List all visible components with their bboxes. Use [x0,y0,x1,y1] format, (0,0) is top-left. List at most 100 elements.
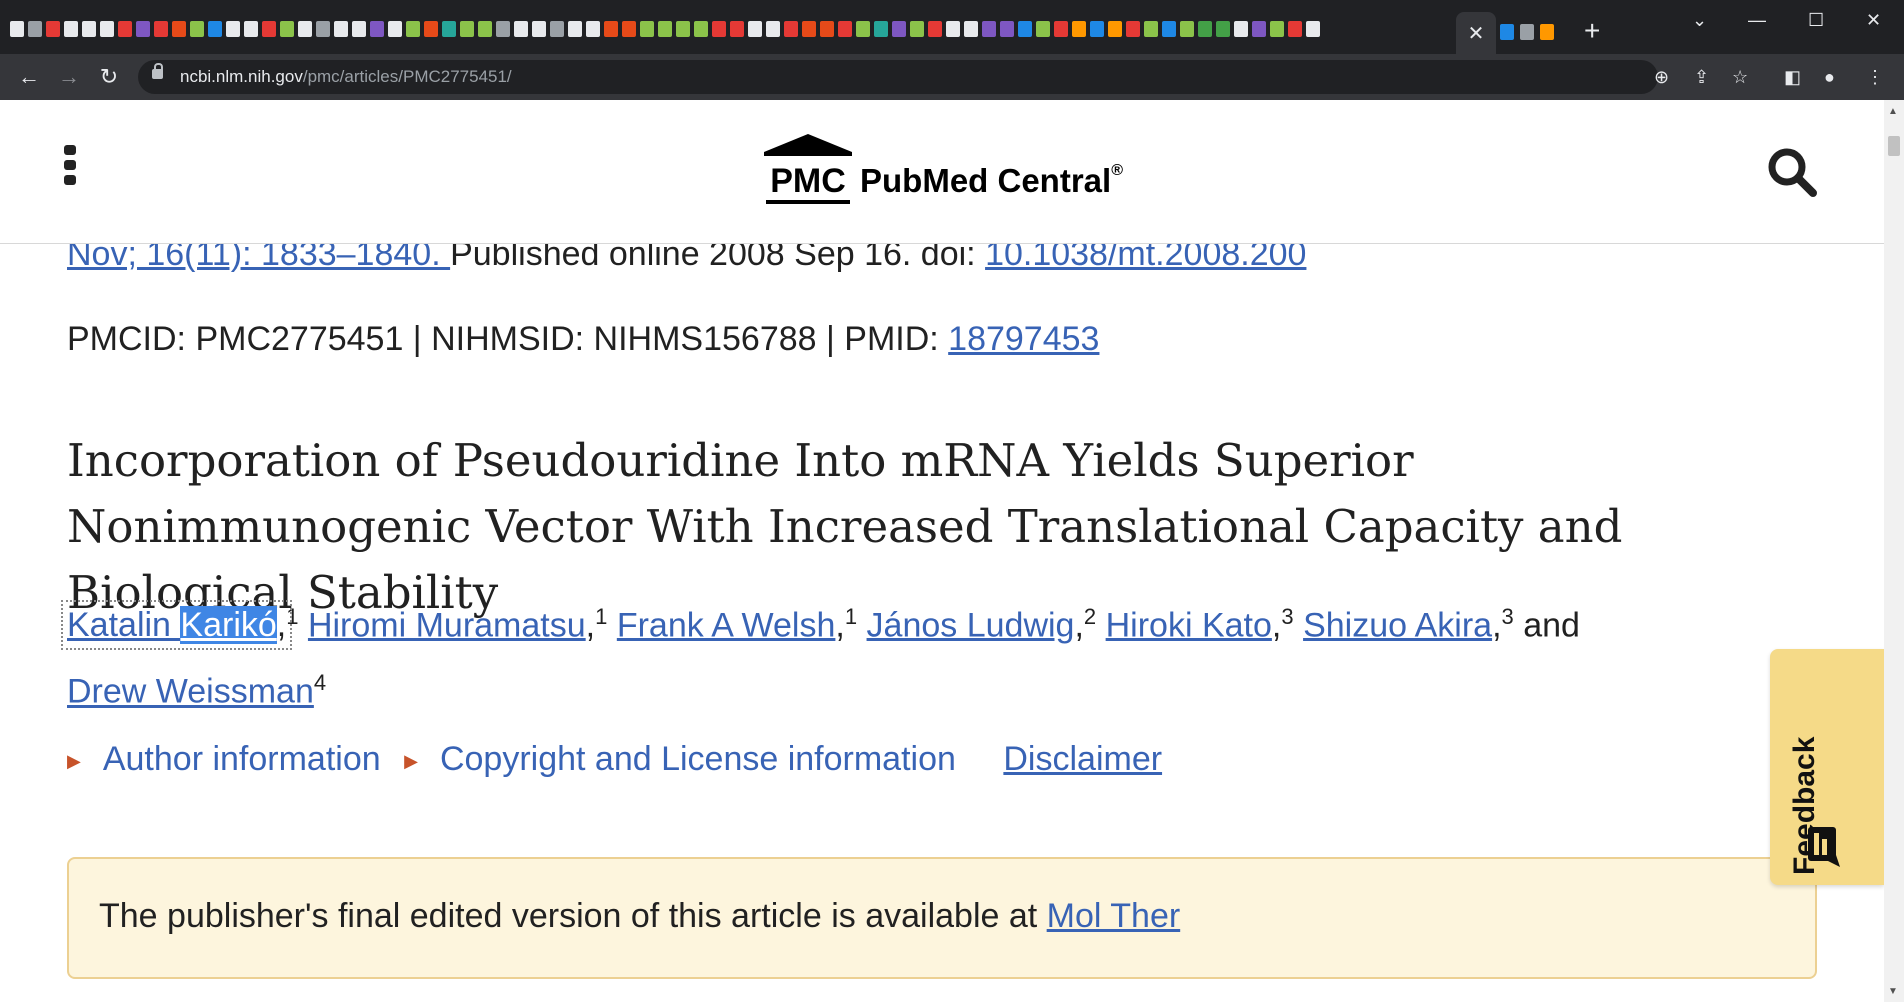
tab-favicon[interactable] [478,21,492,37]
tab-favicon[interactable] [1126,21,1140,37]
tab-favicon[interactable] [766,21,780,37]
tabs-after-active[interactable] [1500,24,1554,40]
author-link[interactable]: János Ludwig [867,606,1075,644]
tab-favicon[interactable] [748,21,762,37]
author-link[interactable]: Frank A Welsh [617,606,836,644]
tab-favicon[interactable] [1252,21,1266,37]
minimize-button[interactable]: — [1748,10,1766,31]
tab-favicon[interactable] [568,21,582,37]
forward-button[interactable]: → [54,62,84,92]
tab-favicons[interactable] [10,21,1450,45]
tab-favicon[interactable] [1288,21,1302,37]
tab-favicon[interactable] [694,21,708,37]
page-scrollbar[interactable]: ▲ ▼ [1884,100,1904,1002]
address-bar[interactable]: ncbi.nlm.nih.gov/pmc/articles/PMC2775451… [138,60,1748,94]
url-text[interactable]: ncbi.nlm.nih.gov/pmc/articles/PMC2775451… [180,67,512,87]
share-icon[interactable]: ⇪ [1694,64,1709,90]
tab-favicon[interactable] [28,21,42,37]
close-window-button[interactable]: ✕ [1866,10,1881,31]
tab-favicon[interactable] [118,21,132,37]
tab-favicon[interactable] [154,21,168,37]
scrollbar-thumb[interactable] [1888,136,1900,156]
scroll-down-arrow-icon[interactable]: ▼ [1888,986,1898,997]
tab-favicon[interactable] [298,21,312,37]
tab-favicon[interactable] [838,21,852,37]
feedback-tab[interactable]: Feedback [1770,649,1884,885]
tab-favicon[interactable] [64,21,78,37]
close-tab-icon[interactable]: ✕ [1468,21,1485,46]
tab-favicon[interactable] [604,21,618,37]
tab-favicon[interactable] [388,21,402,37]
search-tab-favicon[interactable] [1500,24,1514,40]
tab-favicon[interactable] [802,21,816,37]
author-link[interactable]: Hiroki Kato [1106,606,1272,644]
selected-text[interactable]: Karikó [180,606,277,645]
author-link[interactable]: Katalin Karikó, [60,600,293,651]
tab-favicon[interactable] [100,21,114,37]
tab-favicon[interactable] [658,21,672,37]
author-information-toggle[interactable]: Author information [103,740,381,778]
tab-favicon[interactable] [460,21,474,37]
tab-favicon[interactable] [586,21,600,37]
tab-favicon[interactable] [856,21,870,37]
tab-favicon[interactable] [496,21,510,37]
tab-favicon[interactable] [1234,21,1248,37]
pmc-logo[interactable]: PMC PubMed Central® [760,132,1140,212]
new-tab-button[interactable]: + [1584,16,1600,46]
tab-search-icon[interactable]: ⌄ [1692,10,1707,31]
active-tab[interactable]: ✕ [1456,12,1496,54]
browser-menu-icon[interactable]: ⋮ [1866,66,1884,88]
maximize-button[interactable]: ☐ [1808,10,1824,31]
tab-favicon[interactable] [442,21,456,37]
tab-favicon[interactable] [784,21,798,37]
tab-favicon[interactable] [1270,21,1284,37]
tab-favicon[interactable] [910,21,924,37]
reload-button[interactable]: ↻ [94,62,124,92]
tab-favicon[interactable] [1036,21,1050,37]
tab-favicon[interactable] [424,21,438,37]
tab-favicon[interactable] [226,21,240,37]
tab-favicon[interactable] [1540,24,1554,40]
journal-link[interactable]: Mol Ther [1047,897,1181,935]
tab-favicon[interactable] [1054,21,1068,37]
author-link[interactable]: Hiromi Muramatsu [308,606,586,644]
author-link[interactable]: Drew Weissman [67,673,314,711]
tab-favicon[interactable] [712,21,726,37]
back-button[interactable]: ← [14,62,44,92]
tab-favicon[interactable] [1520,24,1534,40]
side-panel-icon[interactable]: ◧ [1784,66,1801,88]
profile-avatar-icon[interactable]: ● [1824,66,1835,88]
search-icon[interactable] [1766,146,1818,198]
tab-favicon[interactable] [190,21,204,37]
expand-triangle-icon[interactable]: ▶ [67,751,81,771]
tab-favicon[interactable] [208,21,222,37]
tab-favicon[interactable] [982,21,996,37]
tab-favicon[interactable] [1198,21,1212,37]
tab-favicon[interactable] [316,21,330,37]
tab-favicon[interactable] [514,21,528,37]
tab-favicon[interactable] [46,21,60,37]
tab-favicon[interactable] [82,21,96,37]
disclaimer-link[interactable]: Disclaimer [1003,740,1162,778]
expand-triangle-icon[interactable]: ▶ [404,751,418,771]
pmid-link[interactable]: 18797453 [948,320,1099,358]
tab-favicon[interactable] [964,21,978,37]
tab-favicon[interactable] [1108,21,1122,37]
tab-favicon[interactable] [550,21,564,37]
tab-favicon[interactable] [1000,21,1014,37]
menu-icon[interactable] [64,145,80,191]
tab-favicon[interactable] [1018,21,1032,37]
feedback-icon[interactable] [1806,825,1842,867]
tab-favicon[interactable] [1180,21,1194,37]
tab-favicon[interactable] [532,21,546,37]
tab-favicon[interactable] [244,21,258,37]
scroll-up-arrow-icon[interactable]: ▲ [1888,106,1898,117]
tab-favicon[interactable] [1306,21,1320,37]
tab-favicon[interactable] [946,21,960,37]
bookmark-star-icon[interactable]: ☆ [1732,64,1748,90]
tab-favicon[interactable] [892,21,906,37]
tab-favicon[interactable] [874,21,888,37]
tab-favicon[interactable] [280,21,294,37]
tab-favicon[interactable] [172,21,186,37]
tab-favicon[interactable] [352,21,366,37]
